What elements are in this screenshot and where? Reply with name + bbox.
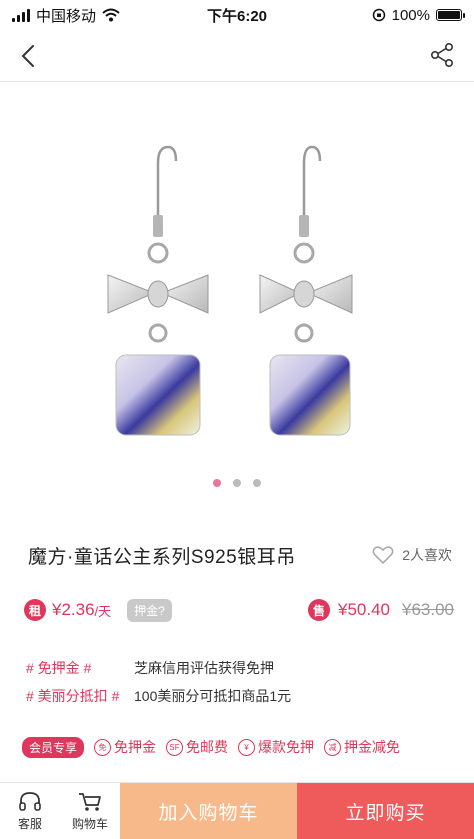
promo-label: 免邮费 [186,739,229,755]
signal-icon [12,8,30,22]
vip-badge: 会员专享 [22,736,85,758]
title-row: 魔方·童话公主系列S925银耳吊 2人喜欢 [28,540,452,570]
promo-free-shipping: SF 免邮费 [166,737,228,757]
carrier-name: 中国移动 [36,7,97,25]
carousel-dot[interactable] [233,479,241,487]
status-time: 下午6:20 [206,7,268,25]
perk-tag: # 美丽分抵扣 # [26,688,120,704]
cart-icon [79,792,101,811]
product-title: 魔方·童话公主系列S925银耳吊 [28,546,296,568]
carousel-dot[interactable] [253,479,261,487]
product-gallery[interactable] [0,83,474,508]
promo-deposit-discount: 减 押金减免 [324,737,400,757]
rent-price: ¥2.36 [52,600,95,619]
promo-label: 押金减免 [344,739,401,755]
share-icon[interactable] [428,41,456,69]
promo-row: 会员专享 免 免押金 SF 免邮费 ¥ 爆款免押 减 押金减免 [22,735,462,759]
price-row: 租 ¥2.36 /天 押金? 售 ¥50.40 ¥63.00 [24,596,454,624]
like-count: 2人喜欢 [402,547,452,563]
sale-price: ¥50.40 [338,600,390,619]
free-deposit-icon: 免 [94,738,112,756]
rent-tag: 租 [24,599,46,621]
deposit-help-chip[interactable]: 押金? [127,598,172,622]
promo-hot-free-deposit: ¥ 爆款免押 [238,737,314,757]
cart-label: 购物车 [71,816,108,831]
customer-service-button[interactable]: 客服 [0,783,60,839]
cart-button[interactable]: 购物车 [60,783,120,839]
chevron-left-icon[interactable] [16,42,44,70]
perk-tag: # 免押金 # [26,660,92,676]
battery-percent: 100% [391,6,430,24]
carousel-dot[interactable] [213,479,221,487]
discount-icon: 减 [324,738,342,756]
rent-unit: /天 [94,603,112,619]
perk-desc: 芝麻信用评估获得免押 [134,660,274,676]
perks-list: # 免押金 # 芝麻信用评估获得免押 # 美丽分抵扣 # 100美丽分可抵扣商品… [26,654,446,710]
carousel-dots [0,479,474,487]
perk-row: # 免押金 # 芝麻信用评估获得免押 [26,654,446,682]
status-left: 中国移动 [12,5,162,26]
headset-icon [19,791,41,811]
promo-label: 爆款免押 [258,739,315,755]
buy-now-button[interactable]: 立即购买 [297,783,474,839]
status-right: 100% [312,6,465,24]
promo-label: 免押金 [114,739,157,755]
original-price: ¥63.00 [402,600,454,619]
sf-shipping-icon: SF [166,738,184,756]
earrings-photo [107,145,353,436]
orientation-lock-icon [372,8,385,22]
yen-icon: ¥ [238,738,256,756]
like-button[interactable]: 2人喜欢 [372,545,452,565]
add-to-cart-button[interactable]: 加入购物车 [120,783,297,839]
perk-row: # 美丽分抵扣 # 100美丽分可抵扣商品1元 [26,682,446,710]
perk-desc: 100美丽分可抵扣商品1元 [134,688,292,704]
bottom-bar: 客服 购物车 加入购物车 立即购买 [0,782,474,839]
heart-icon[interactable] [372,545,394,565]
battery-icon [436,9,465,21]
sale-tag: 售 [308,599,330,621]
service-label: 客服 [17,816,42,831]
sale-price-group: 售 ¥50.40 ¥63.00 [308,599,454,621]
promo-free-deposit: 免 免押金 [94,737,156,757]
nav-bar [0,30,474,82]
wifi-icon [102,8,120,22]
status-bar: 中国移动 下午6:20 100% [0,0,474,30]
